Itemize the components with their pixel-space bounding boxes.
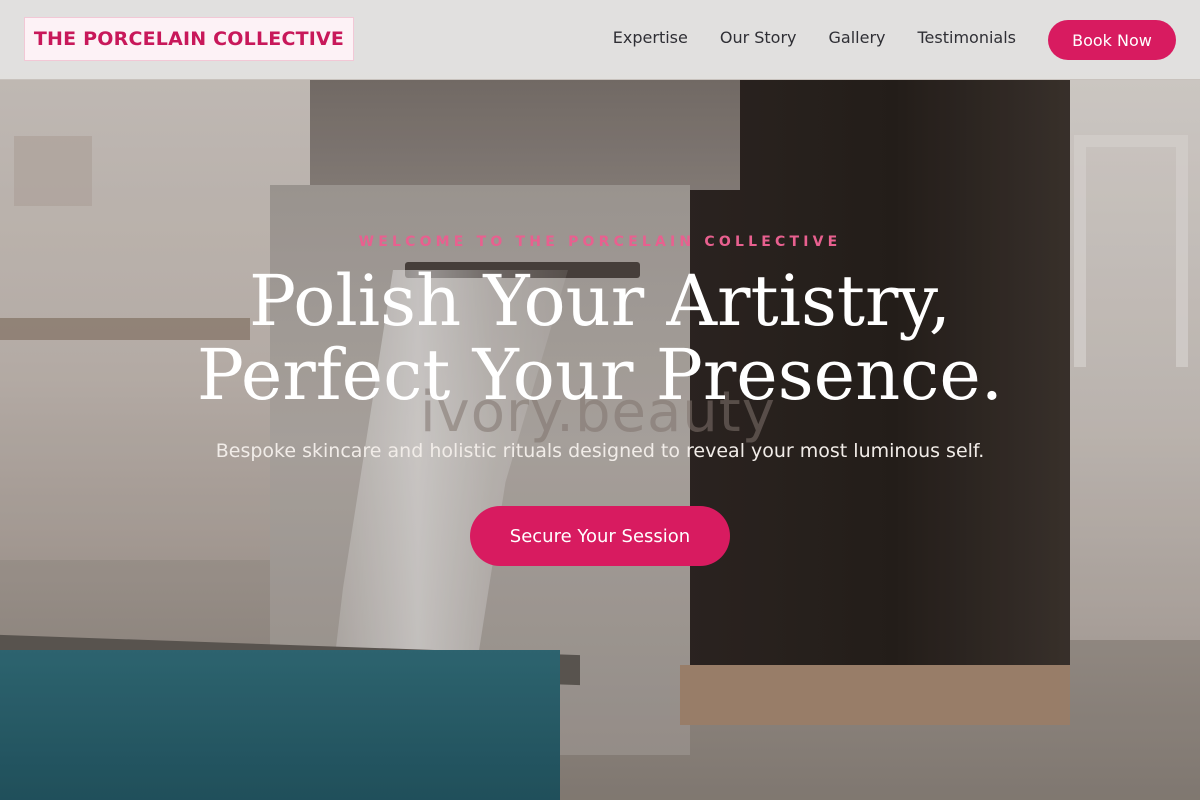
- nav-link-expertise[interactable]: Expertise: [613, 28, 688, 47]
- hero-subheadline: Bespoke skincare and holistic rituals de…: [215, 440, 985, 462]
- nav-link-testimonials[interactable]: Testimonials: [918, 28, 1017, 47]
- hero-headline-line1: Polish Your Artistry,: [248, 260, 952, 342]
- secure-session-button[interactable]: Secure Your Session: [470, 506, 730, 566]
- brand-logo[interactable]: THE PORCELAIN COLLECTIVE: [24, 17, 354, 61]
- brand-logo-text: THE PORCELAIN COLLECTIVE: [33, 28, 345, 50]
- hero-headline: Polish Your Artistry, Perfect Your Prese…: [0, 264, 1200, 412]
- hero-eyebrow: WELCOME TO THE PORCELAIN COLLECTIVE: [358, 234, 842, 250]
- top-navbar: THE PORCELAIN COLLECTIVE Expertise Our S…: [0, 0, 1200, 80]
- nav-links: Expertise Our Story Gallery Testimonials: [613, 28, 1016, 47]
- hero-section: ivory.beauty WELCOME TO THE PORCELAIN CO…: [0, 0, 1200, 800]
- book-now-button[interactable]: Book Now: [1048, 20, 1176, 60]
- nav-link-gallery[interactable]: Gallery: [829, 28, 886, 47]
- hero-headline-line2: Perfect Your Presence.: [196, 334, 1004, 416]
- nav-link-our-story[interactable]: Our Story: [720, 28, 797, 47]
